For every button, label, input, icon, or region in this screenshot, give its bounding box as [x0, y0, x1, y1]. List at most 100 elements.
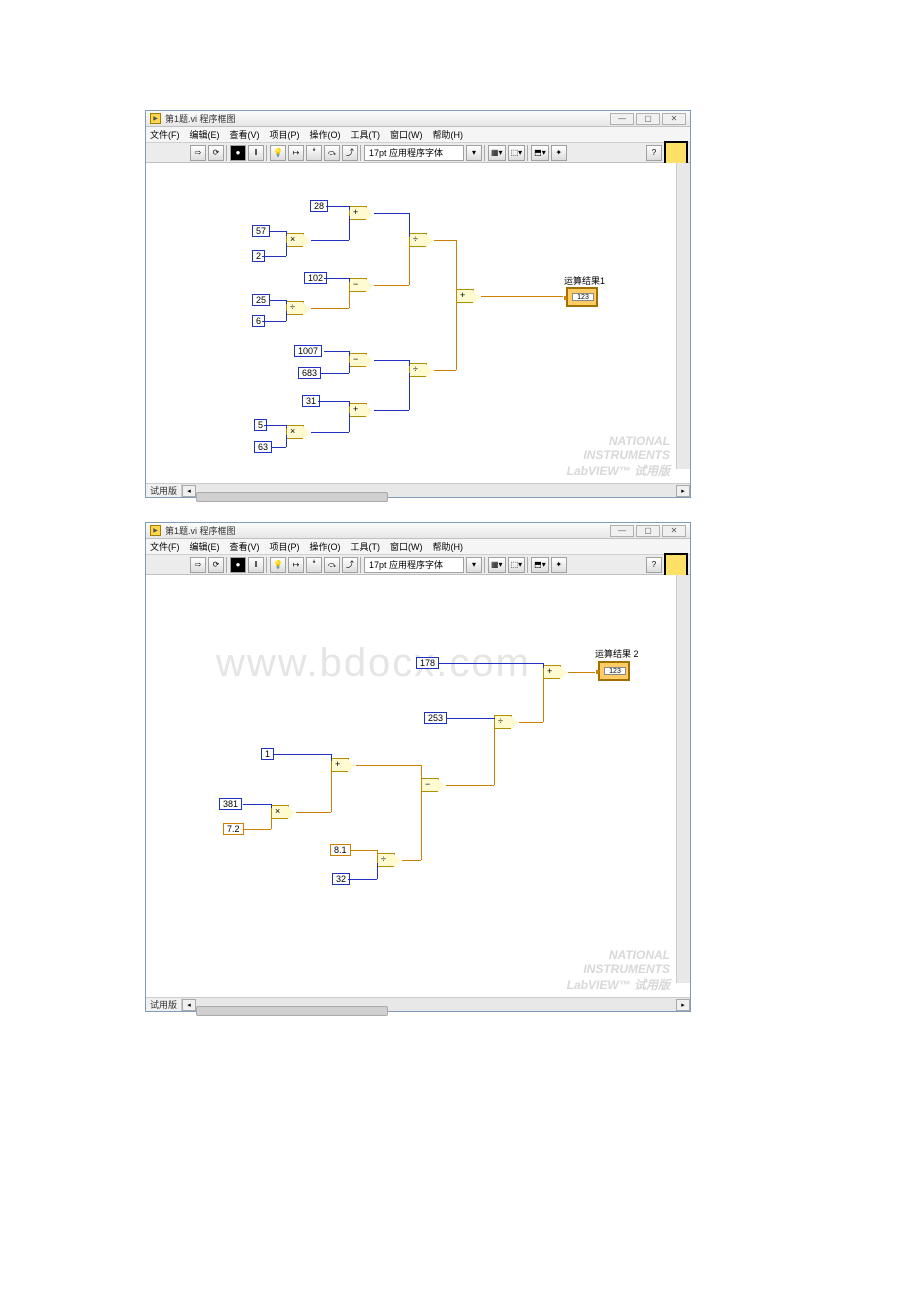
- menu-tools[interactable]: 工具(T): [351, 128, 381, 141]
- minimize-button[interactable]: —: [610, 113, 634, 125]
- op-add-1[interactable]: +: [349, 206, 367, 220]
- vertical-scrollbar[interactable]: [676, 163, 690, 469]
- cleanup-button[interactable]: ✦: [551, 557, 567, 573]
- op-add-2[interactable]: +: [543, 665, 561, 679]
- minimize-button[interactable]: —: [610, 525, 634, 537]
- menu-project[interactable]: 项目(P): [270, 128, 300, 141]
- menu-operate[interactable]: 操作(O): [310, 540, 341, 553]
- menu-project[interactable]: 项目(P): [270, 540, 300, 553]
- vi-icon[interactable]: [664, 553, 688, 577]
- abort-button[interactable]: ●: [230, 145, 246, 161]
- highlight-button[interactable]: 💡: [270, 557, 286, 573]
- run-cont-button[interactable]: ⟳: [208, 557, 224, 573]
- op-sub-1[interactable]: −: [349, 278, 367, 292]
- op-add-2[interactable]: +: [349, 403, 367, 417]
- cleanup-button[interactable]: ✦: [551, 145, 567, 161]
- const-63[interactable]: 63: [254, 441, 272, 453]
- distribute-button[interactable]: ⬚▾: [508, 557, 526, 573]
- maximize-button[interactable]: ▢: [636, 113, 660, 125]
- const-1007[interactable]: 1007: [294, 345, 322, 357]
- const-683[interactable]: 683: [298, 367, 321, 379]
- indicator-label: 运算结果 2: [595, 647, 639, 660]
- block-diagram-canvas[interactable]: www.bdocx.com 178 253 1 381 7.2 8.1 32 ×…: [146, 575, 690, 997]
- menu-file[interactable]: 文件(F): [150, 540, 180, 553]
- op-div-2[interactable]: ÷: [409, 233, 427, 247]
- align-button[interactable]: ▦▾: [488, 557, 506, 573]
- step-out-button[interactable]: ⤴: [342, 145, 358, 161]
- titlebar[interactable]: 第1题.vi 程序框图 — ▢ ✕: [146, 111, 690, 127]
- menu-edit[interactable]: 编辑(E): [190, 540, 220, 553]
- reorder-button[interactable]: ⬒▾: [531, 557, 549, 573]
- pause-button[interactable]: ‖: [248, 557, 264, 573]
- menu-view[interactable]: 查看(V): [230, 540, 260, 553]
- font-dd-button[interactable]: ▾: [466, 145, 482, 161]
- op-div-2[interactable]: ÷: [494, 715, 512, 729]
- menu-view[interactable]: 查看(V): [230, 128, 260, 141]
- retain-button[interactable]: ↦: [288, 145, 304, 161]
- block-diagram-canvas[interactable]: 28 57 2 102 25 6 1007 683 31 5 63 × + ÷ …: [146, 163, 690, 483]
- const-57[interactable]: 57: [252, 225, 270, 237]
- op-div-1[interactable]: ÷: [286, 301, 304, 315]
- menu-window[interactable]: 窗口(W): [390, 128, 423, 141]
- op-div-1[interactable]: ÷: [377, 853, 395, 867]
- pause-button[interactable]: ‖: [248, 145, 264, 161]
- menu-help[interactable]: 帮助(H): [433, 540, 464, 553]
- menu-window[interactable]: 窗口(W): [390, 540, 423, 553]
- horizontal-scrollbar[interactable]: 试用版 ◂ ▸: [146, 997, 690, 1011]
- const-7-2[interactable]: 7.2: [223, 823, 244, 835]
- font-dd-button[interactable]: ▾: [466, 557, 482, 573]
- menu-help[interactable]: 帮助(H): [433, 128, 464, 141]
- scroll-right-button[interactable]: ▸: [676, 999, 690, 1011]
- op-sub-2[interactable]: −: [349, 353, 367, 367]
- const-253[interactable]: 253: [424, 712, 447, 724]
- vi-icon[interactable]: [664, 141, 688, 165]
- horizontal-scrollbar[interactable]: 试用版 ◂ ▸: [146, 483, 690, 497]
- const-178[interactable]: 178: [416, 657, 439, 669]
- op-mul-1[interactable]: ×: [271, 805, 289, 819]
- menu-file[interactable]: 文件(F): [150, 128, 180, 141]
- step-into-button[interactable]: ꜜ: [306, 557, 322, 573]
- retain-button[interactable]: ↦: [288, 557, 304, 573]
- const-25[interactable]: 25: [252, 294, 270, 306]
- reorder-button[interactable]: ⬒▾: [531, 145, 549, 161]
- abort-button[interactable]: ●: [230, 557, 246, 573]
- align-button[interactable]: ▦▾: [488, 145, 506, 161]
- run-button[interactable]: ⇨: [190, 557, 206, 573]
- step-over-button[interactable]: ⤼: [324, 145, 340, 161]
- op-sub-1[interactable]: −: [421, 778, 439, 792]
- const-381[interactable]: 381: [219, 798, 242, 810]
- highlight-button[interactable]: 💡: [270, 145, 286, 161]
- step-into-button[interactable]: ꜜ: [306, 145, 322, 161]
- run-cont-button[interactable]: ⟳: [208, 145, 224, 161]
- const-8-1[interactable]: 8.1: [330, 844, 351, 856]
- titlebar[interactable]: 第1题.vi 程序框图 — ▢ ✕: [146, 523, 690, 539]
- close-button[interactable]: ✕: [662, 525, 686, 537]
- close-button[interactable]: ✕: [662, 113, 686, 125]
- window-title: 第1题.vi 程序框图: [165, 112, 610, 125]
- op-add-1[interactable]: +: [331, 758, 349, 772]
- menu-edit[interactable]: 编辑(E): [190, 128, 220, 141]
- font-selector[interactable]: 17pt 应用程序字体: [364, 557, 464, 573]
- menu-operate[interactable]: 操作(O): [310, 128, 341, 141]
- status-label: 试用版: [146, 998, 182, 1011]
- help-button[interactable]: ?: [646, 557, 662, 573]
- scroll-left-button[interactable]: ◂: [182, 485, 196, 497]
- indicator-result1[interactable]: 123: [566, 287, 598, 307]
- op-div-3[interactable]: ÷: [409, 363, 427, 377]
- op-add-3[interactable]: +: [456, 289, 474, 303]
- labview-window-1: 第1题.vi 程序框图 — ▢ ✕ 文件(F) 编辑(E) 查看(V) 项目(P…: [145, 110, 691, 498]
- step-out-button[interactable]: ⤴: [342, 557, 358, 573]
- menu-tools[interactable]: 工具(T): [351, 540, 381, 553]
- distribute-button[interactable]: ⬚▾: [508, 145, 526, 161]
- step-over-button[interactable]: ⤼: [324, 557, 340, 573]
- help-button[interactable]: ?: [646, 145, 662, 161]
- font-selector[interactable]: 17pt 应用程序字体: [364, 145, 464, 161]
- scroll-left-button[interactable]: ◂: [182, 999, 196, 1011]
- vertical-scrollbar[interactable]: [676, 575, 690, 983]
- op-mul-1[interactable]: ×: [286, 233, 304, 247]
- op-mul-2[interactable]: ×: [286, 425, 304, 439]
- scroll-right-button[interactable]: ▸: [676, 485, 690, 497]
- indicator-result2[interactable]: 123: [598, 661, 630, 681]
- maximize-button[interactable]: ▢: [636, 525, 660, 537]
- run-button[interactable]: ⇨: [190, 145, 206, 161]
